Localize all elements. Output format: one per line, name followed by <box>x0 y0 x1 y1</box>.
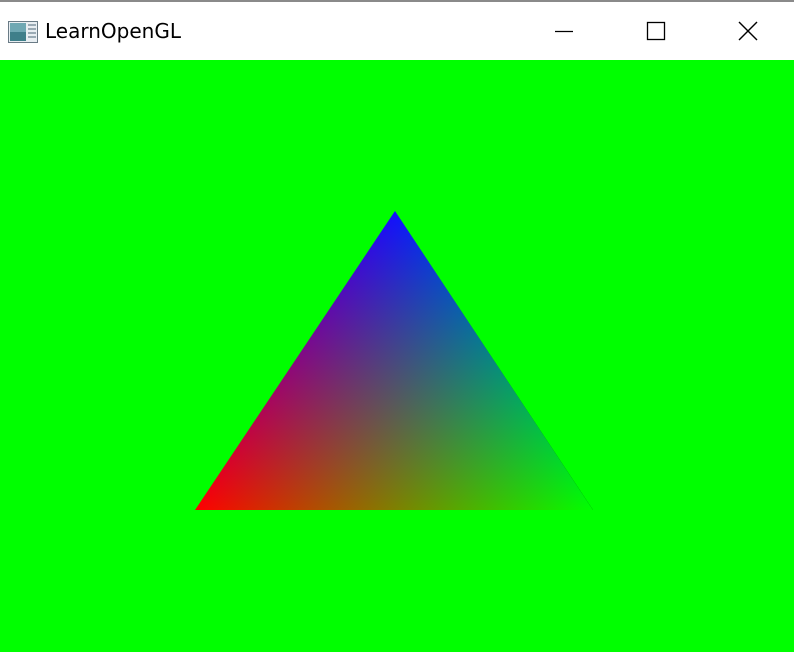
minimize-button[interactable] <box>518 2 610 60</box>
maximize-button[interactable] <box>610 2 702 60</box>
window-title: LearnOpenGL <box>45 19 181 43</box>
close-icon <box>737 20 759 42</box>
opengl-viewport[interactable] <box>0 60 794 652</box>
window-app-icon <box>8 21 38 43</box>
maximize-icon <box>646 21 666 41</box>
app-window: LearnOpenGL <box>0 0 794 652</box>
minimize-icon <box>554 21 574 41</box>
title-bar[interactable]: LearnOpenGL <box>0 2 794 60</box>
close-button[interactable] <box>702 2 794 60</box>
render-canvas <box>0 60 794 652</box>
